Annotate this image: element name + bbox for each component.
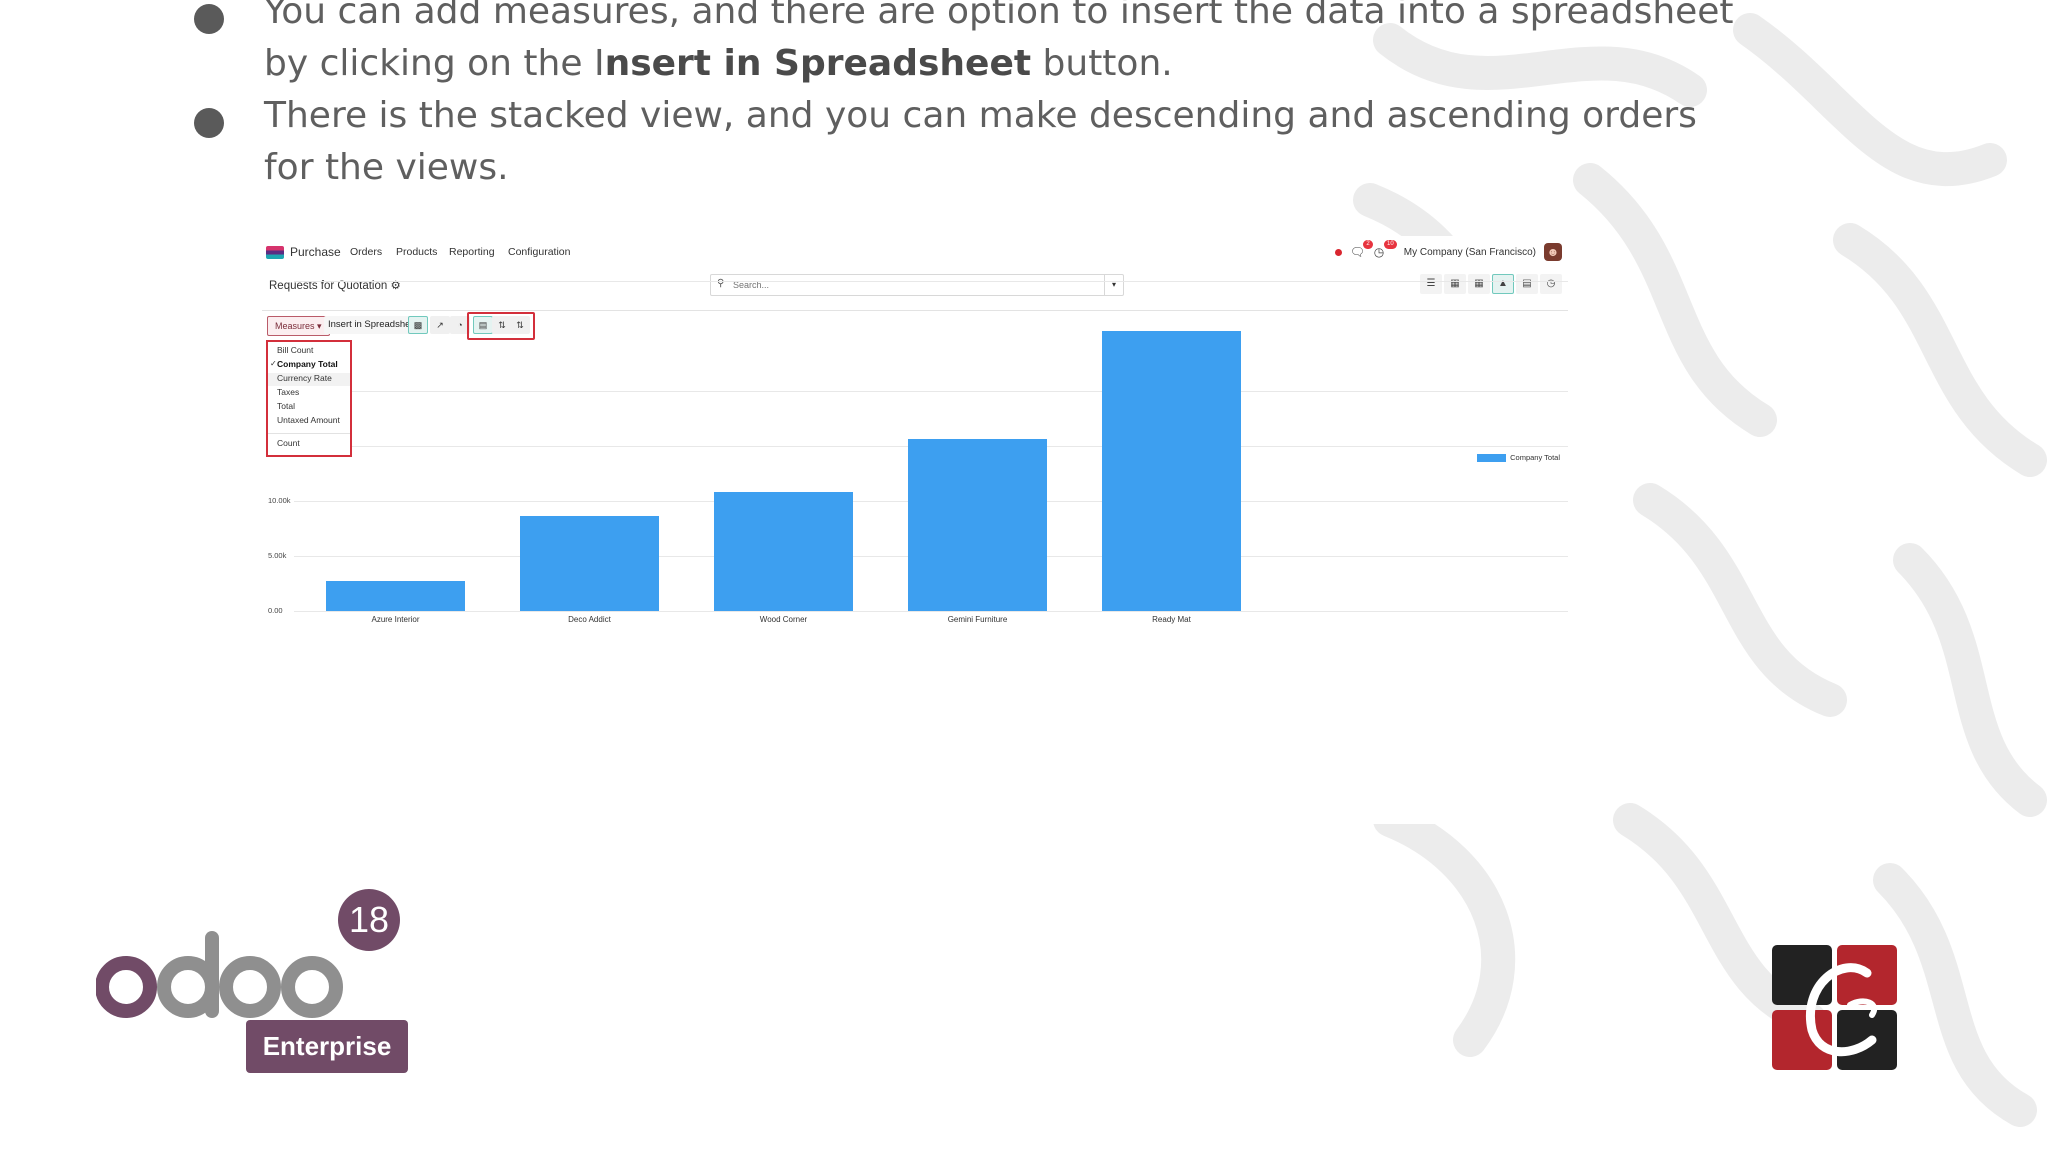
search-bar: ⚲ ▾: [710, 274, 1124, 296]
gridline: [294, 391, 1568, 392]
recording-dot-icon[interactable]: [1334, 248, 1342, 256]
version-badge: 18: [338, 889, 400, 951]
slide-bullets: You can add measures, and there are opti…: [190, 0, 1750, 194]
x-tick-label: Azure Interior: [371, 615, 420, 624]
search-input[interactable]: [731, 277, 1095, 293]
control-panel: Requests for Quotation ⚙ ⚲ ▾ ☰ ▦ ▦ ▲ ▤ ◷: [262, 268, 1568, 311]
bullet-bold-text: nsert in Spreadsheet: [604, 43, 1032, 84]
company-logo: [1772, 945, 1897, 1070]
bar-chart-icon[interactable]: ▩: [408, 316, 428, 334]
calendar-view-icon[interactable]: ▤: [1516, 274, 1538, 294]
check-icon: ✓: [270, 359, 277, 368]
y-tick-label: 0.00: [268, 606, 283, 615]
activity-badge: 10: [1384, 240, 1397, 249]
dropdown-divider: [268, 433, 350, 434]
y-tick-label: 10.00k: [268, 496, 291, 505]
legend-label: Company Total: [1510, 453, 1560, 462]
y-tick-label: 5.00k: [268, 551, 287, 560]
app-name[interactable]: Purchase: [290, 245, 341, 259]
chat-icon[interactable]: 🗨 2: [1350, 240, 1373, 259]
activity-view-icon[interactable]: ◷: [1540, 274, 1562, 294]
x-tick-label: Wood Corner: [759, 615, 808, 624]
gridline: [294, 281, 1568, 282]
chat-badge: 2: [1363, 240, 1373, 249]
view-switcher: ☰ ▦ ▦ ▲ ▤ ◷: [1420, 274, 1562, 294]
chart-bar[interactable]: [1102, 330, 1241, 611]
menu-reporting[interactable]: Reporting: [449, 246, 495, 258]
chart-bar[interactable]: [714, 492, 853, 611]
x-tick-label: Deco Addict: [568, 615, 611, 624]
search-icon: ⚲: [717, 278, 725, 289]
bullet-item: There is the stacked view, and you can m…: [190, 90, 1750, 194]
measure-count[interactable]: Count: [277, 438, 300, 448]
chart-legend[interactable]: Company Total: [1477, 453, 1560, 462]
menu-orders[interactable]: Orders: [350, 246, 382, 258]
bullet-text-2: There is the stacked view, and you can m…: [264, 95, 1697, 188]
bullet-text-1-end: button.: [1031, 43, 1173, 84]
measures-dropdown: Bill Count ✓ Company Total Currency Rate…: [266, 340, 352, 457]
measure-total[interactable]: Total: [277, 401, 295, 411]
measure-untaxed-amount[interactable]: Untaxed Amount: [277, 415, 340, 425]
company-switcher[interactable]: My Company (San Francisco): [1404, 247, 1536, 258]
measure-bill-count[interactable]: Bill Count: [277, 345, 313, 355]
chart-bar[interactable]: [326, 581, 465, 611]
bullet-dot: [194, 4, 224, 34]
odoo-screenshot: Purchase Orders Products Reporting Confi…: [262, 236, 1568, 824]
menu-configuration[interactable]: Configuration: [508, 246, 570, 258]
measures-button[interactable]: Measures ▾: [267, 316, 330, 336]
enterprise-badge: Enterprise: [246, 1020, 408, 1073]
measures-label: Measures: [275, 321, 315, 331]
purchase-app-icon[interactable]: [266, 246, 284, 259]
graph-view-icon[interactable]: ▲: [1492, 274, 1514, 294]
chart-area: Company Total 0.005.00k10.00k15.00k20.00…: [262, 281, 1568, 824]
measure-currency-rate[interactable]: Currency Rate: [277, 373, 332, 383]
search-toggle-chevron-icon[interactable]: ▾: [1104, 275, 1123, 295]
list-view-icon[interactable]: ☰: [1420, 274, 1442, 294]
user-avatar[interactable]: ☻: [1544, 243, 1562, 261]
highlight-annotation: [467, 312, 535, 340]
activity-clock-icon[interactable]: ◷ 10: [1374, 240, 1397, 259]
top-navbar: Purchase Orders Products Reporting Confi…: [262, 236, 1568, 268]
legend-swatch: [1477, 453, 1507, 462]
bullet-item: You can add measures, and there are opti…: [190, 0, 1750, 90]
menu-products[interactable]: Products: [396, 246, 437, 258]
graph-toolbar: Measures ▾ Insert in Spreadsheet ▩ ↗ ◔ ▤…: [262, 310, 1568, 340]
systray: 🗨 2 ◷ 10 My Company (San Francisco) ☻: [1334, 240, 1562, 263]
kanban-view-icon[interactable]: ▦: [1444, 274, 1466, 294]
gridline: [294, 611, 1568, 612]
x-tick-label: Ready Mat: [1152, 615, 1191, 624]
x-tick-label: Gemini Furniture: [947, 615, 1008, 624]
chart-bar[interactable]: [908, 439, 1047, 611]
chart-bar[interactable]: [520, 516, 659, 611]
bullet-dot: [194, 108, 224, 138]
pivot-view-icon[interactable]: ▦: [1468, 274, 1490, 294]
measure-company-total[interactable]: Company Total: [277, 359, 338, 369]
measure-taxes[interactable]: Taxes: [277, 387, 299, 397]
line-chart-icon[interactable]: ↗: [430, 316, 450, 334]
